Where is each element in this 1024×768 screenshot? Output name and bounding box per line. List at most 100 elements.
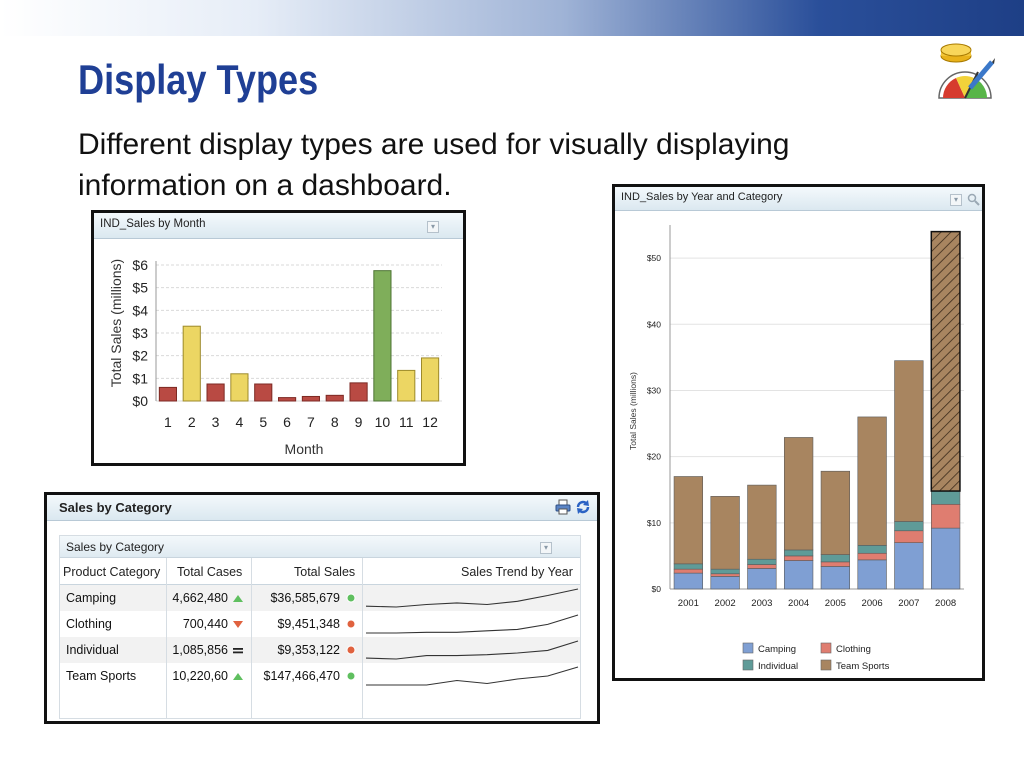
bar-segment-clothing-2001[interactable] [673,568,704,574]
bar-month-2[interactable] [182,325,201,402]
bar-segment-individual-2001[interactable] [673,563,704,570]
y-axis-label: Total Sales (millions) [628,372,638,450]
bar-segment-camping-2008[interactable] [930,527,961,590]
cell-product-category: Camping [66,591,117,605]
y-tick-label: $1 [132,370,148,386]
dropdown-menu-icon[interactable]: ▾ [427,221,439,233]
bar-month-7[interactable] [301,395,320,402]
coins-gauge-pencil-icon [938,43,995,99]
y-axis-label: Total Sales (millions) [108,259,124,387]
table-row[interactable]: Individual 1,085,856 $9,353,122 [60,637,580,663]
bar-segment-individual-2005[interactable] [820,554,851,563]
cell-total-sales: $147,466,470 [263,669,340,683]
sparkline [366,666,579,686]
yearly-sales-chart: Total Sales (millions) $0 $10 $20 $30 $40 $50… [628,225,964,672]
column-header-total-cases[interactable]: Total Cases [177,560,242,584]
bar-segment-clothing-2005[interactable] [820,561,851,567]
zoom-icon[interactable] [967,193,980,206]
bar-segment-clothing-2007[interactable] [894,530,924,543]
bar-segment-team-sports-2006[interactable] [857,416,887,546]
table-title: Sales by Category [66,540,165,554]
yearly-sales-panel-title: IND_Sales by Year and Category [621,191,783,203]
bar-segment-camping-2005[interactable] [820,566,851,590]
bar-segment-individual-2004[interactable] [783,549,814,557]
sales-by-category-panel-title: Sales by Category [59,500,172,515]
y-tick-label: $0 [652,584,662,594]
bar-segment-individual-2007[interactable] [894,521,924,532]
bar-segment-camping-2001[interactable] [673,572,704,590]
bar-month-6[interactable] [278,397,297,402]
bar-segment-camping-2003[interactable] [747,568,777,590]
monthly-sales-panel: IND_Sales by Month ▾ Total Sales (millio… [91,210,466,466]
y-tick-label: $0 [132,393,148,409]
bar-segment-clothing-2008[interactable] [930,503,961,529]
bar-segment-team-sports-2005[interactable] [820,470,851,555]
cell-total-sales: $36,585,679 [270,591,340,605]
bar-segment-team-sports-2001[interactable] [673,476,704,565]
x-tick-label: 2006 [862,598,883,609]
column-header-total-sales[interactable]: Total Sales [294,560,355,584]
column-header-product-category[interactable]: Product Category [63,560,160,584]
bar-segment-camping-2002[interactable] [710,576,740,590]
sparkline [365,588,579,608]
bar-month-4[interactable] [230,373,249,402]
bar-month-3[interactable] [206,383,225,402]
trend-down-icon [233,621,243,628]
x-tick-label: 5 [259,414,267,430]
x-tick-label: 1 [164,414,172,430]
y-tick-label: $2 [132,348,148,364]
x-axis-label: Month [285,441,324,457]
cell-product-category: Clothing [66,617,112,631]
bar-segment-individual-2002[interactable] [710,568,740,575]
bar-month-5[interactable] [254,383,273,402]
legend-swatch [820,659,832,671]
yearly-sales-panel-header: IND_Sales by Year and Category ▾ [615,187,982,211]
table-row[interactable]: Camping 4,662,480 $36,585,679 [60,585,580,611]
bar-segment-clothing-2002[interactable] [710,573,740,577]
bar-segment-team-sports-2008[interactable] [930,230,961,492]
bar-segment-camping-2006[interactable] [857,559,887,590]
bar-month-1[interactable] [158,386,177,402]
table-row[interactable]: Team Sports 10,220,60 $147,466,470 [60,663,580,689]
bar-month-12[interactable] [421,357,440,402]
legend-swatch [742,642,754,654]
cell-total-sales: $9,353,122 [277,643,340,657]
y-tick-label: $5 [132,280,148,296]
bar-segment-team-sports-2004[interactable] [783,437,814,551]
bar-month-10[interactable] [373,270,392,402]
status-bad-icon [346,645,356,655]
x-tick-label: 11 [399,414,414,430]
bar-segment-clothing-2004[interactable] [783,555,814,561]
x-tick-label: 9 [355,414,363,430]
cell-total-sales: $9,451,348 [277,617,340,631]
bar-segment-team-sports-2007[interactable] [894,360,924,522]
bar-segment-camping-2007[interactable] [894,542,924,590]
header-divider [60,584,580,585]
table-dropdown-menu-icon[interactable]: ▾ [540,542,552,554]
trend-up-icon [233,673,243,680]
bar-segment-individual-2008[interactable] [930,490,961,505]
bar-segment-team-sports-2002[interactable] [710,496,740,570]
refresh-icon[interactable] [575,499,591,515]
x-tick-label: 7 [307,414,315,430]
bar-month-8[interactable] [325,394,344,402]
table-row[interactable]: Clothing 700,440 $9,451,348 [60,611,580,637]
bar-segment-clothing-2006[interactable] [857,552,887,561]
bar-segment-clothing-2003[interactable] [747,564,777,569]
print-icon[interactable] [555,499,571,515]
bar-month-11[interactable] [397,369,416,402]
y-tick-label: $30 [647,385,661,395]
bar-segment-camping-2004[interactable] [783,560,814,590]
bar-segment-individual-2006[interactable] [857,545,887,554]
legend-swatch [820,642,832,654]
status-good-icon [346,671,356,681]
dropdown-menu-icon[interactable]: ▾ [950,194,962,206]
x-tick-label: 4 [236,414,244,430]
y-tick-label: $40 [647,319,661,329]
bar-segment-team-sports-2003[interactable] [747,484,777,560]
column-divider [362,558,363,719]
bar-segment-individual-2003[interactable] [747,558,777,565]
bar-month-9[interactable] [349,382,368,402]
monthly-sales-panel-header: IND_Sales by Month ▾ [94,213,463,239]
column-header-sales-trend[interactable]: Sales Trend by Year [461,560,573,584]
